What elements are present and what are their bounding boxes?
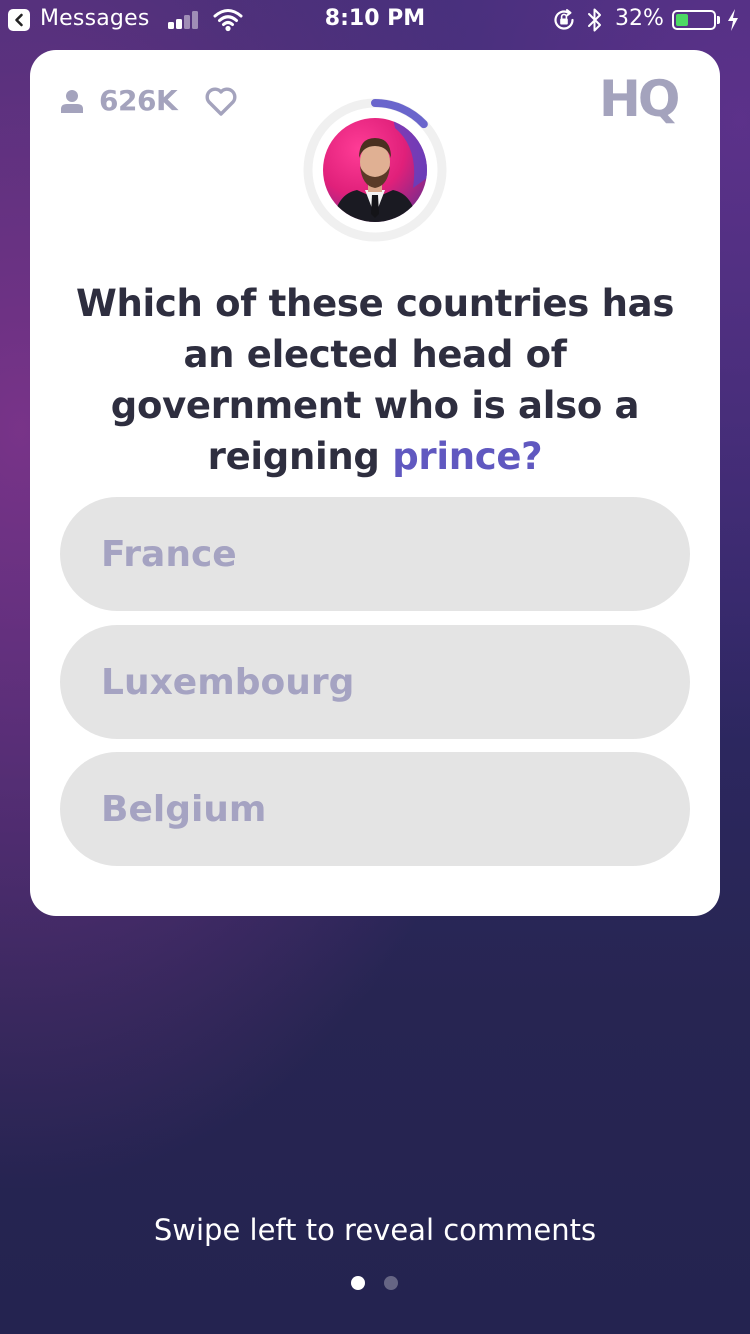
svg-text:HQ: HQ bbox=[599, 72, 678, 126]
question-body: Which of these countries has an elected … bbox=[75, 282, 675, 478]
swipe-hint: Swipe left to reveal comments bbox=[153, 1213, 597, 1247]
answer-option-3[interactable]: Belgium bbox=[60, 752, 690, 866]
status-bar: Messages 8:10 PM 32% bbox=[0, 0, 750, 40]
battery-icon bbox=[672, 10, 716, 30]
answer-option-2[interactable]: Luxembourg bbox=[60, 625, 690, 739]
battery-level-fill bbox=[676, 14, 688, 26]
hq-logo: HQ bbox=[599, 72, 681, 126]
rotation-lock-icon bbox=[554, 9, 574, 30]
countdown-timer bbox=[302, 97, 448, 243]
battery-nub bbox=[717, 16, 720, 24]
answer-label: Luxembourg bbox=[101, 661, 355, 703]
question-text: Which of these countries has an elected … bbox=[56, 278, 694, 482]
question-card: 626K HQ Which of these countries has an … bbox=[30, 50, 720, 916]
battery-percentage: 32% bbox=[615, 6, 664, 31]
page-dot-1[interactable] bbox=[351, 1276, 365, 1290]
answer-option-1[interactable]: France bbox=[60, 497, 690, 611]
host-avatar bbox=[323, 118, 427, 222]
heart-icon[interactable] bbox=[204, 87, 238, 117]
page-dot-2[interactable] bbox=[384, 1276, 398, 1290]
answer-label: France bbox=[101, 533, 237, 575]
answer-label: Belgium bbox=[101, 788, 267, 830]
viewers-icon bbox=[61, 90, 83, 113]
question-highlight: prince? bbox=[392, 435, 543, 478]
bluetooth-icon bbox=[588, 8, 601, 32]
charging-bolt-icon bbox=[728, 9, 738, 31]
viewer-count: 626K bbox=[99, 84, 178, 117]
